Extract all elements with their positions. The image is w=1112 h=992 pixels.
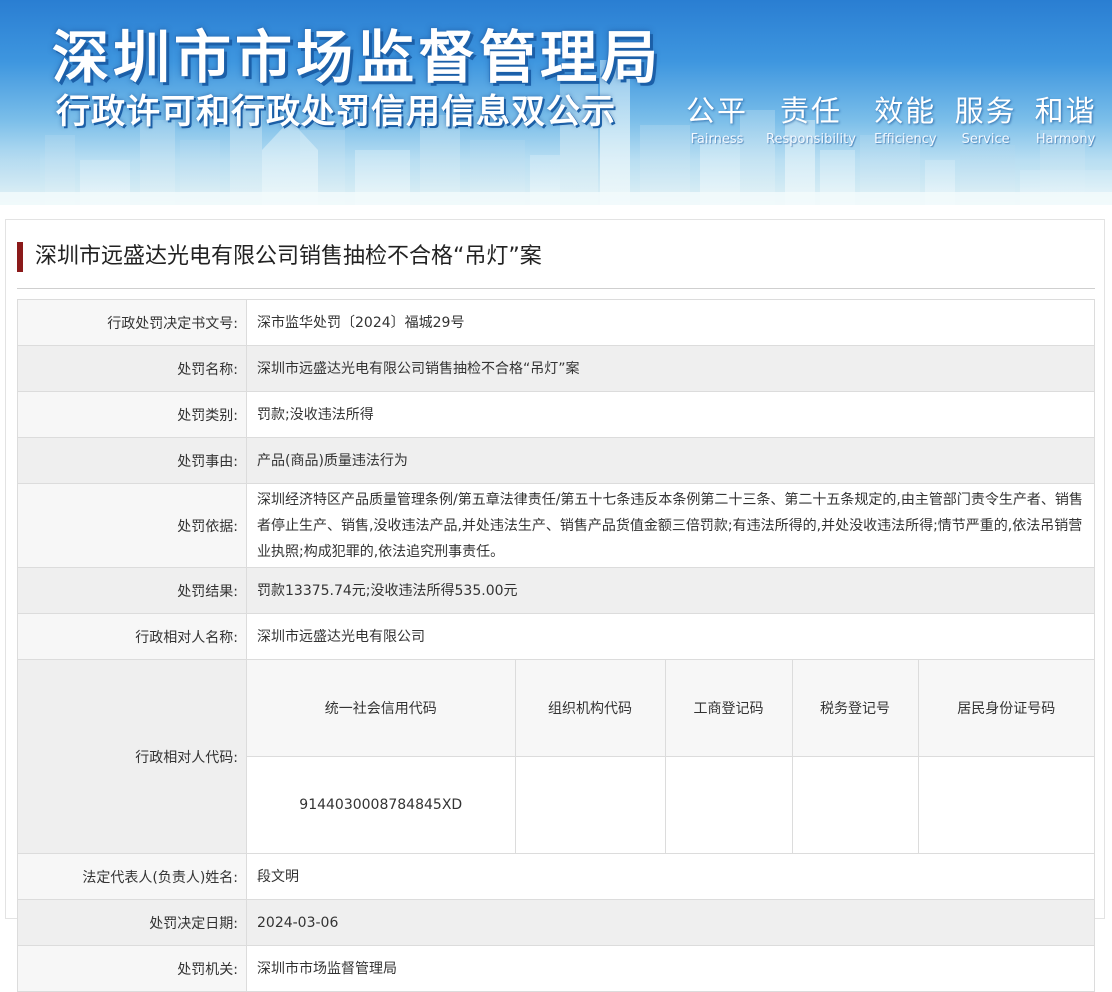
title-divider xyxy=(17,288,1095,289)
penalty-basis-value: 深圳经济特区产品质量管理条例/第五章法律责任/第五十七条违反本条例第二十三条、第… xyxy=(246,483,1095,568)
business-reg-value xyxy=(664,756,793,853)
table-row: 处罚类别: 罚款;没收违法所得 xyxy=(17,391,1095,438)
party-code-value-row: 9144030008784845XD xyxy=(247,756,1094,853)
party-name-value: 深圳市远盛达光电有限公司 xyxy=(246,613,1095,660)
org-code-value xyxy=(514,756,666,853)
table-row: 行政相对人代码: 统一社会信用代码 组织机构代码 工商登记码 税务登记号 居民身… xyxy=(17,659,1095,854)
header-banner: 深圳市市场监督管理局 行政许可和行政处罚信用信息双公示 公平 Fairness … xyxy=(0,0,1112,205)
penalty-type-value: 罚款;没收违法所得 xyxy=(246,391,1095,438)
slogan-cn: 效能 xyxy=(874,94,937,128)
org-code-header: 组织机构代码 xyxy=(514,660,666,757)
penalty-result-value: 罚款13375.74元;没收违法所得535.00元 xyxy=(246,567,1095,614)
slogan-responsibility: 责任 Responsibility xyxy=(766,88,856,147)
slogan-efficiency: 效能 Efficiency xyxy=(874,88,937,147)
decision-date-label: 处罚决定日期: xyxy=(17,899,247,946)
slogan-harmony: 和谐 Harmony xyxy=(1035,88,1097,147)
legal-rep-label: 法定代表人(负责人)姓名: xyxy=(17,853,247,900)
id-card-header: 居民身份证号码 xyxy=(917,660,1094,757)
agency-title: 深圳市市场监督管理局 xyxy=(52,25,662,91)
penalty-name-value: 深圳市远盛达光电有限公司销售抽检不合格“吊灯”案 xyxy=(246,345,1095,392)
party-name-label: 行政相对人名称: xyxy=(17,613,247,660)
table-row: 处罚结果: 罚款13375.74元;没收违法所得535.00元 xyxy=(17,567,1095,614)
slogan-service: 服务 Service xyxy=(955,88,1017,147)
decision-no-label: 行政处罚决定书文号: xyxy=(17,299,247,346)
penalty-basis-label: 处罚依据: xyxy=(17,483,247,568)
penalty-result-label: 处罚结果: xyxy=(17,567,247,614)
party-code-cell: 统一社会信用代码 组织机构代码 工商登记码 税务登记号 居民身份证号码 9144… xyxy=(246,659,1095,854)
table-row: 行政相对人名称: 深圳市远盛达光电有限公司 xyxy=(17,613,1095,660)
slogan-cn: 责任 xyxy=(779,94,842,128)
slogan-fairness: 公平 Fairness xyxy=(686,88,748,147)
penalty-name-label: 处罚名称: xyxy=(17,345,247,392)
decision-date-value: 2024-03-06 xyxy=(246,899,1095,946)
id-card-value xyxy=(917,756,1094,853)
table-row: 处罚依据: 深圳经济特区产品质量管理条例/第五章法律责任/第五十七条违反本条例第… xyxy=(17,483,1095,568)
site-subtitle: 行政许可和行政处罚信用信息双公示 xyxy=(56,92,616,132)
case-title: 深圳市远盛达光电有限公司销售抽检不合格“吊灯”案 xyxy=(17,242,542,272)
tax-reg-value xyxy=(791,756,919,853)
slogan-row: 公平 Fairness 责任 Responsibility 效能 Efficie… xyxy=(686,88,1097,147)
case-detail-panel: 深圳市远盛达光电有限公司销售抽检不合格“吊灯”案 行政处罚决定书文号: 深市监华… xyxy=(5,219,1105,992)
tax-reg-header: 税务登记号 xyxy=(791,660,919,757)
slogan-cn: 服务 xyxy=(954,94,1017,128)
party-code-label: 行政相对人代码: xyxy=(17,659,247,854)
penalty-reason-value: 产品(商品)质量违法行为 xyxy=(246,437,1095,484)
credit-code-header: 统一社会信用代码 xyxy=(247,660,516,757)
table-row: 行政处罚决定书文号: 深市监华处罚〔2024〕福城29号 xyxy=(17,299,1095,346)
penalty-reason-label: 处罚事由: xyxy=(17,437,247,484)
decision-no-value: 深市监华处罚〔2024〕福城29号 xyxy=(246,299,1095,346)
slogan-en: Fairness xyxy=(690,132,744,147)
table-row: 处罚决定日期: 2024-03-06 xyxy=(17,899,1095,946)
penalty-info-table: 行政处罚决定书文号: 深市监华处罚〔2024〕福城29号 处罚名称: 深圳市远盛… xyxy=(17,299,1095,992)
slogan-en: Service xyxy=(961,132,1010,147)
credit-code-value: 9144030008784845XD xyxy=(247,756,516,853)
slogan-en: Efficiency xyxy=(873,132,937,147)
table-row: 处罚名称: 深圳市远盛达光电有限公司销售抽检不合格“吊灯”案 xyxy=(17,345,1095,392)
slogan-en: Harmony xyxy=(1035,132,1096,147)
table-row: 处罚事由: 产品(商品)质量违法行为 xyxy=(17,437,1095,484)
party-code-table: 统一社会信用代码 组织机构代码 工商登记码 税务登记号 居民身份证号码 9144… xyxy=(247,660,1094,853)
slogan-cn: 公平 xyxy=(686,94,749,128)
party-code-header-row: 统一社会信用代码 组织机构代码 工商登记码 税务登记号 居民身份证号码 xyxy=(247,660,1094,757)
slogan-cn: 和谐 xyxy=(1034,94,1097,128)
authority-value: 深圳市市场监督管理局 xyxy=(246,945,1095,992)
authority-label: 处罚机关: xyxy=(17,945,247,992)
table-row: 处罚机关: 深圳市市场监督管理局 xyxy=(17,945,1095,992)
penalty-type-label: 处罚类别: xyxy=(17,391,247,438)
business-reg-header: 工商登记码 xyxy=(664,660,793,757)
slogan-en: Responsibility xyxy=(766,132,856,147)
table-row: 法定代表人(负责人)姓名: 段文明 xyxy=(17,853,1095,900)
legal-rep-value: 段文明 xyxy=(246,853,1095,900)
